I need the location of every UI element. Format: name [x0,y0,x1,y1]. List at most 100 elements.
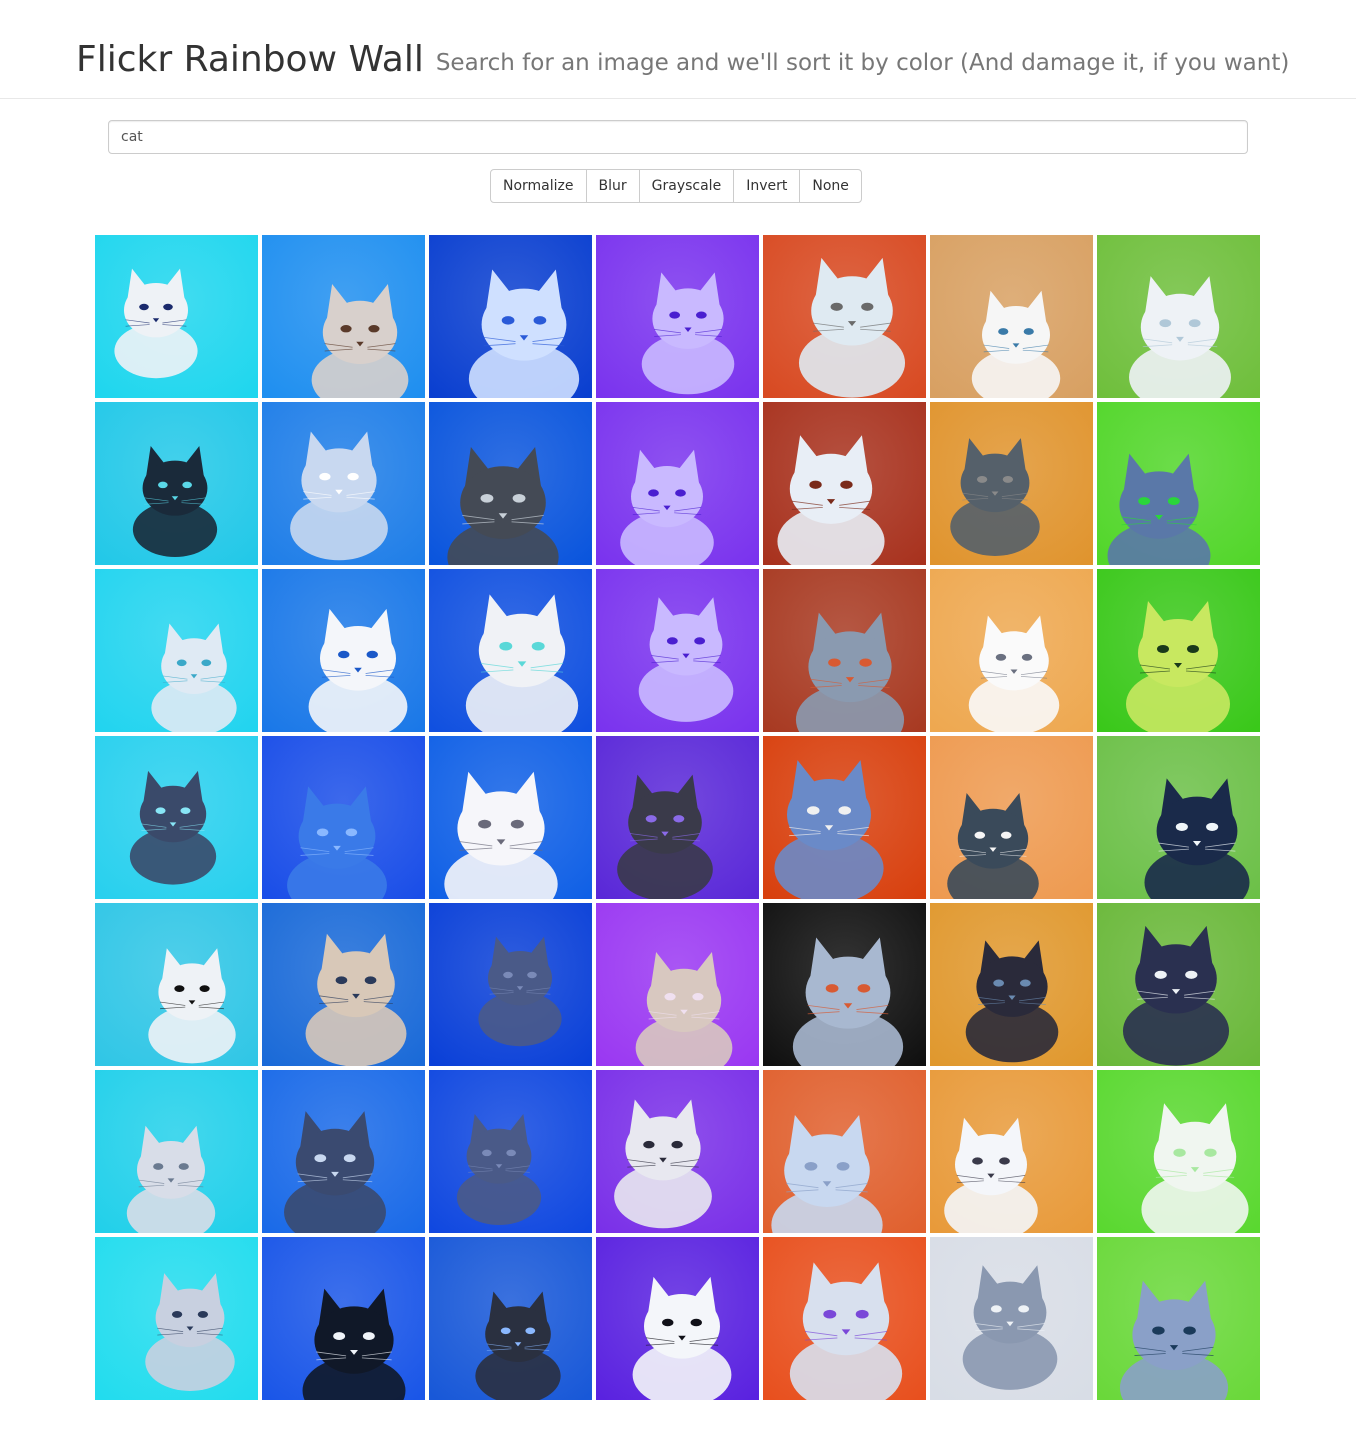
cat-photo-thumbnail [930,235,1093,398]
gallery-image[interactable] [95,736,258,899]
cat-photo-thumbnail [262,235,425,398]
cat-photo-thumbnail [1097,736,1260,899]
cat-photo-thumbnail [429,1237,592,1400]
cat-photo-thumbnail [95,569,258,732]
gallery-image[interactable] [596,736,759,899]
cat-photo-thumbnail [763,903,926,1066]
gallery-image[interactable] [429,569,592,732]
gallery-image[interactable] [930,1237,1093,1400]
gallery-image[interactable] [429,1070,592,1233]
cat-photo-thumbnail [763,1237,926,1400]
gallery-image[interactable] [262,235,425,398]
gallery-image[interactable] [429,402,592,565]
gallery-image[interactable] [429,736,592,899]
page-title: Flickr Rainbow Wall [76,39,424,80]
gallery-image[interactable] [596,402,759,565]
cat-photo-thumbnail [262,736,425,899]
cat-photo-thumbnail [262,903,425,1066]
cat-photo-thumbnail [763,402,926,565]
cat-photo-thumbnail [95,402,258,565]
cat-photo-thumbnail [596,736,759,899]
gallery-image[interactable] [930,1070,1093,1233]
gallery-image[interactable] [763,736,926,899]
gallery-image[interactable] [95,903,258,1066]
gallery-image[interactable] [1097,569,1260,732]
cat-photo-thumbnail [1097,569,1260,732]
cat-photo-thumbnail [596,1070,759,1233]
gallery-image[interactable] [95,402,258,565]
gallery-image[interactable] [763,1237,926,1400]
gallery-image[interactable] [1097,235,1260,398]
gallery-image[interactable] [596,569,759,732]
gallery-image[interactable] [763,903,926,1066]
cat-photo-thumbnail [429,569,592,732]
page-subtitle: Search for an image and we'll sort it by… [435,50,1290,76]
page-header: Flickr Rainbow Wall Search for an image … [0,0,1356,99]
invert-button[interactable]: Invert [733,169,801,203]
cat-photo-thumbnail [596,903,759,1066]
gallery-image[interactable] [95,1070,258,1233]
gallery-image[interactable] [429,903,592,1066]
gallery-image[interactable] [930,402,1093,565]
cat-photo-thumbnail [262,402,425,565]
search-container [108,120,1248,154]
gallery-image[interactable] [95,235,258,398]
normalize-button[interactable]: Normalize [490,169,587,203]
cat-photo-thumbnail [763,1070,926,1233]
gallery-image[interactable] [262,736,425,899]
gallery-image[interactable] [930,235,1093,398]
gallery-image[interactable] [763,1070,926,1233]
gallery-image[interactable] [429,235,592,398]
none-button[interactable]: None [799,169,862,203]
search-input[interactable] [108,120,1248,154]
gallery-image[interactable] [262,1070,425,1233]
grayscale-button[interactable]: Grayscale [638,169,735,203]
gallery-image[interactable] [1097,736,1260,899]
gallery-image[interactable] [429,1237,592,1400]
cat-photo-thumbnail [95,903,258,1066]
gallery-image[interactable] [262,1237,425,1400]
cat-photo-thumbnail [429,1070,592,1233]
cat-photo-thumbnail [429,235,592,398]
gallery-image[interactable] [596,1070,759,1233]
gallery-image[interactable] [763,235,926,398]
gallery-image[interactable] [95,569,258,732]
cat-photo-thumbnail [930,903,1093,1066]
gallery-image[interactable] [596,903,759,1066]
cat-photo-thumbnail [429,736,592,899]
cat-photo-thumbnail [1097,402,1260,565]
cat-photo-thumbnail [1097,1070,1260,1233]
cat-photo-thumbnail [429,402,592,565]
gallery-image[interactable] [1097,1070,1260,1233]
blur-button[interactable]: Blur [585,169,640,203]
cat-photo-thumbnail [930,1070,1093,1233]
cat-photo-thumbnail [95,1070,258,1233]
cat-photo-thumbnail [763,235,926,398]
gallery-image[interactable] [262,569,425,732]
gallery-image[interactable] [596,235,759,398]
gallery-image[interactable] [763,402,926,565]
gallery-image[interactable] [262,402,425,565]
gallery-image[interactable] [930,903,1093,1066]
gallery-image[interactable] [596,1237,759,1400]
gallery-image[interactable] [763,569,926,732]
cat-photo-thumbnail [262,1237,425,1400]
cat-photo-thumbnail [262,569,425,732]
gallery-image[interactable] [1097,402,1260,565]
cat-photo-thumbnail [95,235,258,398]
cat-photo-thumbnail [1097,235,1260,398]
gallery-image[interactable] [1097,903,1260,1066]
cat-photo-thumbnail [930,736,1093,899]
cat-photo-thumbnail [1097,1237,1260,1400]
cat-photo-thumbnail [95,736,258,899]
gallery-image[interactable] [930,569,1093,732]
cat-photo-thumbnail [95,1237,258,1400]
cat-photo-thumbnail [763,569,926,732]
gallery-image[interactable] [95,1237,258,1400]
gallery-image[interactable] [1097,1237,1260,1400]
gallery-image[interactable] [262,903,425,1066]
cat-photo-thumbnail [596,1237,759,1400]
filter-button-group: Normalize Blur Grayscale Invert None [490,169,862,203]
gallery-image[interactable] [930,736,1093,899]
image-gallery [95,235,1260,1400]
